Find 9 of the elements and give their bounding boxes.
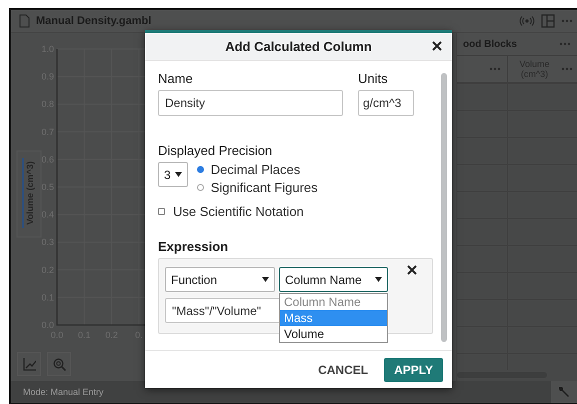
checkbox-label: Use Scientific Notation (173, 204, 304, 219)
field-label: Units (358, 71, 389, 86)
section-label: Displayed Precision (158, 143, 274, 158)
field-label: Name (158, 71, 194, 86)
section-label: Expression (158, 239, 230, 254)
mode-status: Mode: Manual Entry (23, 387, 104, 397)
dialog-title: Add Calculated Column (225, 39, 372, 54)
radio-label: Significant Figures (210, 180, 318, 195)
radio-label: Decimal Places (210, 162, 300, 177)
